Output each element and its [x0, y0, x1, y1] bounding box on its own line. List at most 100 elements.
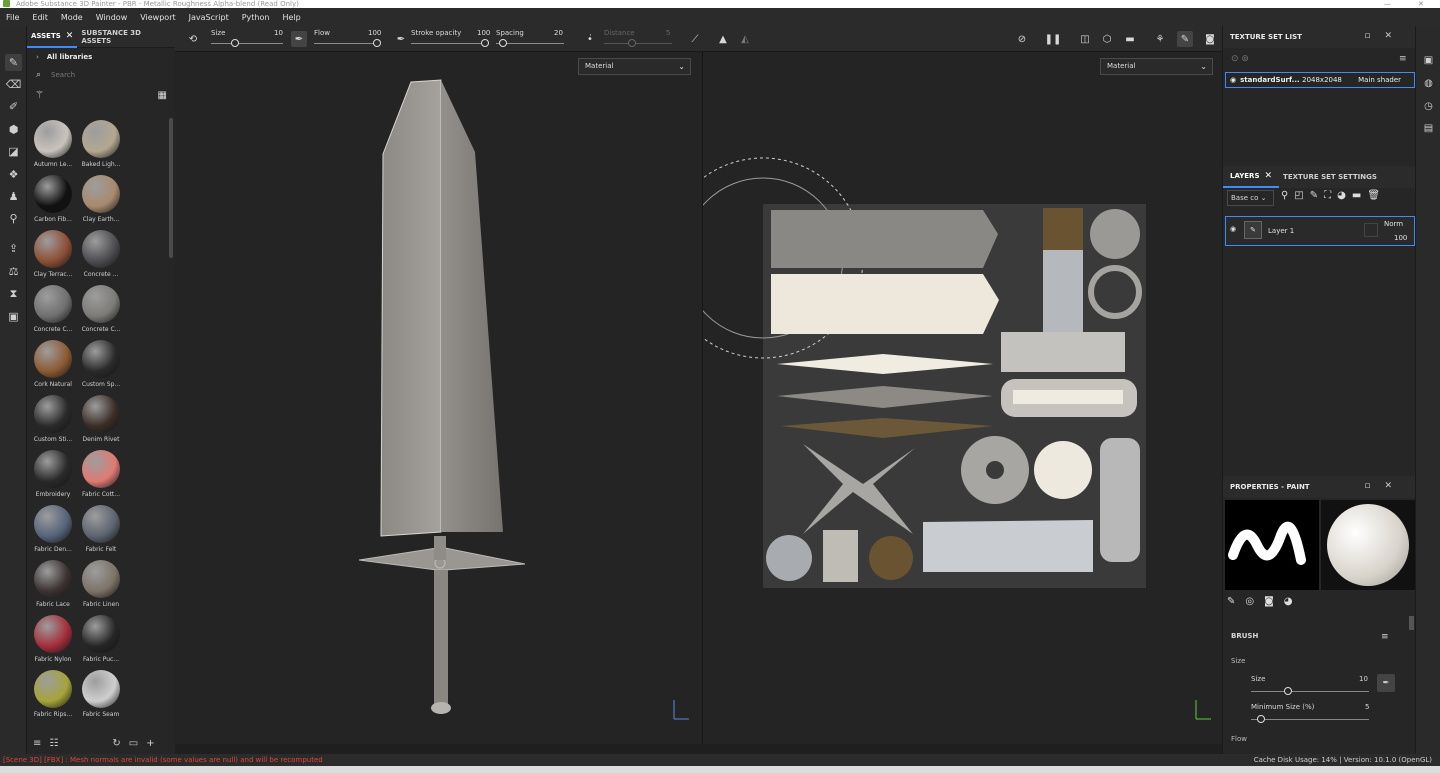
list-view-icon[interactable]: ☷	[49, 738, 58, 749]
size-slider-handle[interactable]	[231, 39, 239, 47]
asset-item[interactable]: Fabric Seam	[80, 670, 122, 722]
texture-set-row[interactable]: ◉ standardSurf... 2048x2048 Main shader	[1225, 72, 1415, 88]
paint-brush-tool-icon[interactable]: ✎	[5, 54, 22, 71]
panel-controls-icon[interactable]: ▫✕	[1364, 481, 1406, 491]
eraser-tool-icon[interactable]: ⌫	[5, 76, 22, 93]
display-settings-icon[interactable]: ▣	[1422, 54, 1435, 67]
camera-tool-icon[interactable]: ▣	[5, 308, 22, 325]
measure-tool-icon[interactable]: ⚖	[5, 263, 22, 280]
polygon-fill-tool-icon[interactable]: ⬢	[5, 121, 22, 138]
panel-controls-icon[interactable]: ▫✕	[1364, 31, 1406, 41]
viewport-3d[interactable]: Material ⌄	[175, 52, 702, 744]
status-error-message[interactable]: [Scene 3D] [FBX] : Mesh normals are inva…	[3, 754, 323, 766]
menu-window[interactable]: Window	[96, 13, 128, 22]
brush-size-value[interactable]: 10	[1359, 675, 1368, 683]
tab-layers[interactable]: LAYERS ✕	[1223, 166, 1280, 188]
asset-item[interactable]: Custom Sti...	[32, 395, 74, 447]
layer-opacity[interactable]: 100	[1394, 234, 1407, 242]
projection-tool-icon[interactable]: ✐	[5, 98, 22, 115]
clone-tool-icon[interactable]: ♟	[5, 188, 22, 205]
menu-python[interactable]: Python	[242, 13, 270, 22]
distance-slider-handle[interactable]	[628, 39, 636, 47]
asset-item[interactable]: Custom Sp...	[80, 340, 122, 392]
filter-icon[interactable]: ⚚	[35, 90, 44, 101]
asset-item[interactable]: Fabric Felt	[80, 505, 122, 557]
export-tool-icon[interactable]: ⧗	[5, 285, 22, 302]
flow-pressure-icon[interactable]: ✒	[393, 31, 409, 47]
menu-file[interactable]: File	[6, 13, 19, 22]
brush-menu-icon[interactable]: ≡	[1381, 632, 1389, 642]
properties-tabs-icons[interactable]: ✎◎◙◕	[1227, 596, 1303, 607]
split-view-icon[interactable]: ◫	[1077, 31, 1093, 47]
line-tool-icon[interactable]: ⟋	[687, 31, 703, 47]
iray-icon[interactable]: ⚘	[1152, 31, 1168, 47]
asset-item[interactable]: Clay Terrac...	[32, 230, 74, 282]
brush-size-slider[interactable]	[1251, 691, 1369, 692]
camera-mode-icon[interactable]: ▬	[1122, 31, 1138, 47]
brush-preset-icon[interactable]: ⟲	[185, 31, 201, 47]
flow-slider-handle[interactable]	[373, 39, 381, 47]
menu-help[interactable]: Help	[282, 13, 300, 22]
size-pen-pressure-icon[interactable]: ✒	[291, 31, 307, 47]
menu-javascript[interactable]: JavaScript	[189, 13, 229, 22]
asset-item[interactable]: Clay Earth...	[80, 175, 122, 227]
asset-item[interactable]: Fabric Cott...	[80, 450, 122, 502]
refresh-icon[interactable]: ↻	[112, 738, 120, 749]
search-field[interactable]: ⌕ Search	[27, 66, 175, 84]
size-pressure-icon[interactable]: ✒	[1377, 674, 1395, 692]
size-slider[interactable]	[211, 43, 283, 44]
screenshot-icon[interactable]: ◙	[1202, 31, 1218, 47]
history-icon[interactable]: ◷	[1422, 100, 1435, 113]
asset-item[interactable]: Fabric Linen	[80, 560, 122, 612]
pause-icon[interactable]: ❚❚	[1045, 31, 1062, 47]
close-tab-icon[interactable]: ✕	[66, 31, 74, 41]
asset-item[interactable]: Embroidery	[32, 450, 74, 502]
geometry-mask-tool-icon[interactable]: ◪	[5, 143, 22, 160]
min-size-slider[interactable]	[1251, 719, 1369, 720]
asset-item[interactable]: Concrete C...	[32, 285, 74, 337]
properties-scrollbar[interactable]	[1409, 616, 1414, 630]
tab-texture-set-settings[interactable]: TEXTURE SET SETTINGS	[1279, 166, 1381, 188]
asset-item[interactable]: Concrete ...	[80, 230, 122, 282]
minimize-icon[interactable]: —	[1384, 0, 1391, 8]
symmetry-options-icon[interactable]: ◭	[737, 31, 753, 47]
new-folder-icon[interactable]: ▭	[129, 738, 138, 749]
min-size-handle[interactable]	[1257, 715, 1265, 723]
asset-item[interactable]: Cork Natural	[32, 340, 74, 392]
viewport-2d[interactable]: Material ⌄	[703, 52, 1222, 744]
display-mode-icon[interactable]: ⬡	[1099, 31, 1115, 47]
asset-item[interactable]: Fabric Lace	[32, 560, 74, 612]
channel-select[interactable]: Base co ⌄	[1227, 190, 1274, 206]
lazy-mouse-icon[interactable]: •̇	[582, 31, 598, 47]
asset-item[interactable]: Fabric Nylon	[32, 615, 74, 667]
grid-view-icon[interactable]: ▦	[158, 90, 167, 101]
visibility-toggle-icon[interactable]: ⊙ ⊚	[1231, 54, 1249, 64]
smudge-tool-icon[interactable]: ❖	[5, 166, 22, 183]
asset-item[interactable]: Fabric Den...	[32, 505, 74, 557]
brush-size-handle[interactable]	[1284, 687, 1292, 695]
asset-item[interactable]: Fabric Puc...	[80, 615, 122, 667]
min-size-value[interactable]: 5	[1365, 703, 1369, 711]
asset-item[interactable]: Autumn Le...	[32, 120, 74, 172]
stroke-opacity-slider[interactable]	[411, 43, 489, 44]
close-window-icon[interactable]: ✕	[1418, 0, 1424, 8]
layer-mask-slot[interactable]	[1364, 223, 1378, 237]
bake-tool-icon[interactable]: ⇪	[5, 240, 22, 257]
texture-set-menu-icon[interactable]: ≡	[1399, 54, 1407, 64]
distance-slider[interactable]	[604, 43, 672, 44]
symmetry-icon[interactable]: ▲	[715, 31, 731, 47]
menu-viewport[interactable]: Viewport	[140, 13, 175, 22]
log-icon[interactable]: ▤	[1422, 122, 1435, 135]
tab-substance-3d-assets[interactable]: SUBSTANCE 3D ASSETS	[77, 26, 175, 48]
layer-actions-icons[interactable]: ⚲◰✎⛶◕▬🗑	[1281, 190, 1386, 201]
menu-edit[interactable]: Edit	[32, 13, 48, 22]
assets-scrollbar[interactable]	[169, 118, 173, 258]
asset-item[interactable]: Baked Ligh...	[80, 120, 122, 172]
layer-blend-mode[interactable]: Norm	[1384, 220, 1403, 228]
eye-icon[interactable]: ◉	[1230, 76, 1236, 84]
close-tab-icon[interactable]: ✕	[1265, 171, 1273, 181]
sort-icon[interactable]: ≡	[33, 738, 41, 749]
tab-assets[interactable]: ASSETS ✕	[27, 26, 78, 48]
spacing-slider-handle[interactable]	[499, 39, 507, 47]
asset-item[interactable]: Fabric Rips...	[32, 670, 74, 722]
